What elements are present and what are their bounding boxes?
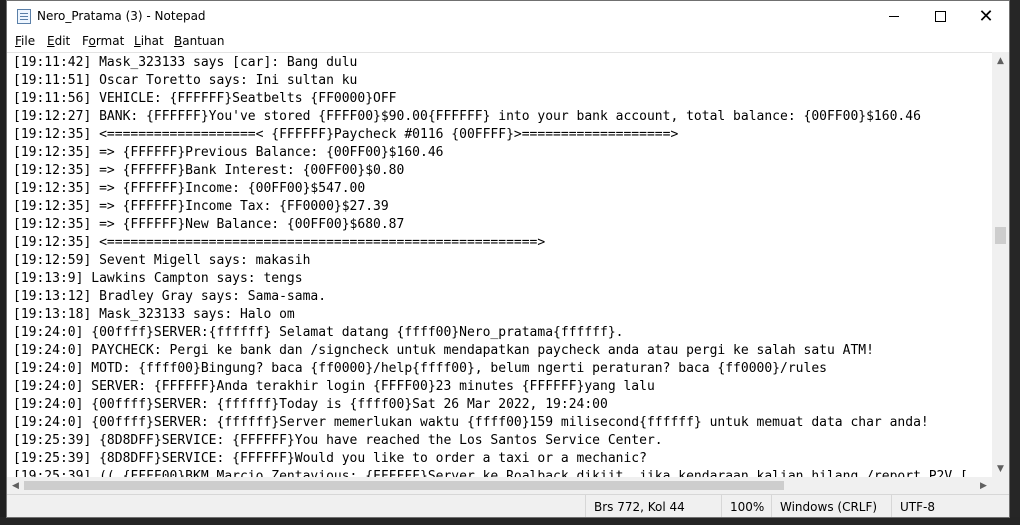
text-line: [19:25:39] {8D8DFF}SERVICE: {FFFFFF}You …	[13, 433, 663, 448]
menu-view-label: ihat	[140, 34, 164, 48]
text-editor[interactable]: [19:11:42] Mask_323133 says [car]: Bang …	[7, 52, 992, 478]
menu-help-accel: B	[174, 34, 183, 48]
menu-format[interactable]: Format	[82, 34, 124, 48]
menu-edit[interactable]: Edit	[47, 34, 70, 48]
text-line: [19:24:0] MOTD: {ffff00}Bingung? baca {f…	[13, 361, 827, 376]
text-line: [19:12:35] <===================< {FFFFFF…	[13, 127, 679, 142]
text-line: [19:11:42] Mask_323133 says [car]: Bang …	[13, 55, 358, 70]
text-line: [19:12:59] Sevent Migell says: makasih	[13, 253, 311, 268]
minimize-icon	[889, 16, 899, 17]
vertical-scrollbar[interactable]: ▲ ▼	[992, 52, 1009, 477]
minimize-button[interactable]	[871, 1, 917, 32]
text-line: [19:12:35] => {FFFFFF}New Balance: {00FF…	[13, 217, 405, 232]
status-bar: Brs 772, Kol 44 100% Windows (CRLF) UTF-…	[7, 494, 1009, 517]
text-line: [19:12:35] <============================…	[13, 235, 546, 250]
text-line: [19:12:35] => {FFFFFF}Income Tax: {FF000…	[13, 199, 389, 214]
status-cursor-position: Brs 772, Kol 44	[585, 495, 728, 517]
text-line: [19:11:51] Oscar Toretto says: Ini sulta…	[13, 73, 358, 88]
text-line: [19:12:35] => {FFFFFF}Income: {00FF00}$5…	[13, 181, 366, 196]
window-title: Nero_Pratama (3) - Notepad	[37, 9, 206, 23]
text-line: [19:24:0] {00ffff}SERVER: {ffffff}Server…	[13, 415, 929, 430]
text-line: [19:24:0] {00ffff}SERVER:{ffffff} Selama…	[13, 325, 624, 340]
background-bottom	[0, 517, 1020, 525]
text-line: [19:25:39] {8D8DFF}SERVICE: {FFFFFF}Woul…	[13, 451, 647, 466]
text-line: [19:11:56] VEHICLE: {FFFFFF}Seatbelts {F…	[13, 91, 397, 106]
scroll-down-icon[interactable]: ▼	[992, 460, 1009, 477]
background-right	[1010, 0, 1020, 525]
menu-help[interactable]: Bantuan	[174, 34, 224, 48]
notepad-window: Nero_Pratama (3) - Notepad ✕ File Edit F…	[6, 0, 1010, 518]
menu-file[interactable]: File	[15, 34, 35, 48]
status-zoom: 100%	[721, 495, 778, 517]
menu-file-label: ile	[21, 34, 36, 48]
menu-format-accel: o	[88, 34, 96, 48]
title-bar[interactable]: Nero_Pratama (3) - Notepad ✕	[7, 1, 1009, 32]
text-line: [19:13:9] Lawkins Campton says: tengs	[13, 271, 303, 286]
close-icon: ✕	[978, 5, 994, 27]
maximize-icon	[934, 11, 946, 22]
menu-edit-accel: E	[47, 34, 55, 48]
scroll-up-icon[interactable]: ▲	[992, 52, 1009, 69]
status-line-ending: Windows (CRLF)	[771, 495, 898, 517]
horizontal-scrollbar[interactable]: ◀ ▶	[7, 477, 992, 494]
text-line: [19:13:18] Mask_323133 says: Halo om	[13, 307, 295, 322]
scroll-left-icon[interactable]: ◀	[7, 477, 24, 494]
menu-edit-label: dit	[54, 34, 71, 48]
text-line: [19:12:35] => {FFFFFF}Bank Interest: {00…	[13, 163, 405, 178]
text-lines: [19:11:42] Mask_323133 says [car]: Bang …	[13, 54, 991, 478]
close-button[interactable]: ✕	[963, 1, 1009, 32]
scrollbar-corner	[992, 477, 1009, 494]
text-line: [19:24:0] PAYCHECK: Pergi ke bank dan /s…	[13, 343, 874, 358]
menu-view[interactable]: Lihat	[134, 34, 164, 48]
text-line: [19:24:0] SERVER: {FFFFFF}Anda terakhir …	[13, 379, 655, 394]
horizontal-scroll-thumb[interactable]	[24, 481, 784, 490]
status-encoding: UTF-8	[891, 495, 1009, 517]
menu-format-label: rmat	[95, 34, 125, 48]
maximize-button[interactable]	[917, 1, 963, 32]
text-line: [19:24:0] {00ffff}SERVER: {ffffff}Today …	[13, 397, 608, 412]
scroll-right-icon[interactable]: ▶	[975, 477, 992, 494]
menu-help-label: antuan	[182, 34, 225, 48]
text-line: [19:12:35] => {FFFFFF}Previous Balance: …	[13, 145, 444, 160]
menu-view-accel: L	[134, 34, 141, 48]
text-line: [19:13:12] Bradley Gray says: Sama-sama.	[13, 289, 327, 304]
notepad-icon[interactable]	[17, 9, 31, 24]
vertical-scroll-thumb[interactable]	[995, 227, 1006, 244]
menu-bar: File Edit Format Lihat Bantuan	[7, 32, 1009, 52]
text-line: [19:12:27] BANK: {FFFFFF}You've stored {…	[13, 109, 921, 124]
